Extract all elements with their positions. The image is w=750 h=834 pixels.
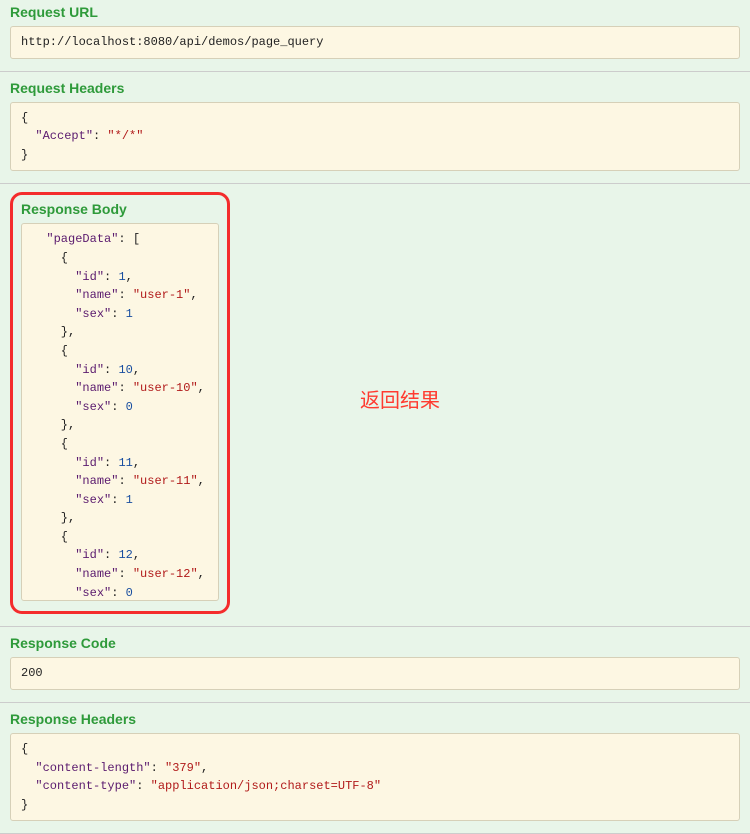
response-body-section: Response Body "pageData": [ { "id": 1, "…: [0, 184, 750, 627]
annotation-return-result: 返回结果: [360, 384, 440, 413]
response-headers-code: { "content-length": "379", "content-type…: [10, 733, 740, 821]
response-headers-title: Response Headers: [10, 711, 740, 727]
response-body-code: "pageData": [ { "id": 1, "name": "user-1…: [21, 223, 219, 601]
request-headers-section: Request Headers { "Accept": "*/*" }: [0, 72, 750, 185]
response-code-title: Response Code: [10, 635, 740, 651]
request-url-value: http://localhost:8080/api/demos/page_que…: [10, 26, 740, 59]
response-body-title: Response Body: [21, 201, 219, 217]
response-code-value: 200: [10, 657, 740, 690]
request-headers-code: { "Accept": "*/*" }: [10, 102, 740, 172]
response-headers-section: Response Headers { "content-length": "37…: [0, 703, 750, 834]
request-url-section: Request URL http://localhost:8080/api/de…: [0, 0, 750, 72]
response-body-highlight: Response Body "pageData": [ { "id": 1, "…: [10, 192, 230, 614]
request-headers-title: Request Headers: [10, 80, 740, 96]
request-url-title: Request URL: [10, 4, 740, 20]
